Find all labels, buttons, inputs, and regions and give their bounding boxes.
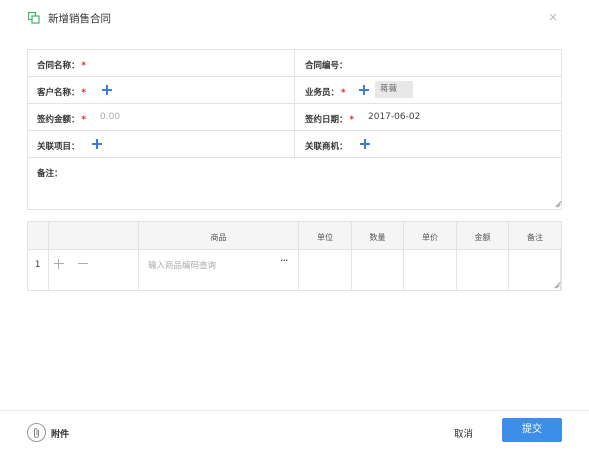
amount-input[interactable]: 0.00 (100, 112, 120, 122)
required-mark: * (81, 88, 86, 98)
remark-cell[interactable] (509, 250, 561, 290)
resize-grip-icon[interactable] (553, 201, 559, 207)
table-row: 1 输入商品编码查询 ··· (28, 250, 561, 290)
amount-label: 签约金额： * (37, 115, 86, 125)
amount-cell[interactable] (457, 250, 509, 290)
add-salesman-plus-icon[interactable] (357, 83, 371, 97)
contract-no-field[interactable]: 合同编号： (295, 50, 561, 76)
qty-cell[interactable] (352, 250, 404, 290)
cancel-button[interactable]: 取消 (454, 426, 473, 440)
add-row-plus-icon[interactable] (53, 258, 65, 270)
submit-button[interactable]: 提交 (502, 418, 562, 442)
required-mark: * (81, 61, 86, 71)
paperclip-icon[interactable] (27, 423, 46, 442)
salesman-tag[interactable]: 蒋薇 (375, 81, 413, 98)
header-cell-amount: 金额 (457, 222, 509, 249)
opportunity-label: 关联商机： (305, 142, 348, 152)
row-num-cell (28, 250, 49, 290)
date-label: 签约日期： * (305, 115, 354, 125)
price-cell[interactable] (404, 250, 457, 290)
add-project-plus-icon[interactable] (90, 137, 104, 151)
close-icon[interactable]: × (548, 10, 558, 24)
more-icon[interactable]: ··· (280, 254, 288, 267)
header-cell-product: 商品 (139, 222, 299, 249)
form-row-3: 签约金额： * 0.00 签约日期： * 2017-06-02 (28, 104, 561, 131)
contract-form: 合同名称： * 合同编号： 客户名称： * 业务员： * 蒋薇 签约金额： * 0.00… (27, 49, 562, 210)
required-mark: * (349, 115, 354, 125)
add-customer-plus-icon[interactable] (100, 83, 114, 97)
contract-name-field[interactable]: 合同名称： * (28, 50, 295, 76)
project-label: 关联项目： (37, 142, 80, 152)
row-number: 1 (35, 260, 41, 270)
dialog-title: 新增销售合同 (48, 13, 111, 25)
header-cell-price: 单价 (404, 222, 457, 249)
remark-label: 备注： (37, 169, 63, 179)
form-row-2: 客户名称： * 业务员： * 蒋薇 (28, 77, 561, 104)
customer-label: 客户名称： * (37, 88, 86, 98)
project-field: 关联项目： (28, 131, 295, 157)
header-cell-blank (28, 222, 49, 249)
dialog-header: 新增销售合同 × (0, 0, 589, 36)
customer-field: 客户名称： * (28, 77, 295, 103)
product-search-input[interactable]: 输入商品编码查询 (148, 259, 216, 271)
date-field[interactable]: 签约日期： * 2017-06-02 (295, 104, 561, 130)
footer-divider (0, 410, 589, 411)
required-mark: * (81, 115, 86, 125)
remove-row-minus-icon[interactable] (77, 258, 89, 270)
header-cell-qty: 数量 (352, 222, 404, 249)
copy-icon (27, 11, 40, 24)
row-actions-cell (49, 250, 139, 290)
items-table: 商品 单位 数量 单价 金额 备注 1 输入商品编码查询 ··· (27, 221, 562, 291)
salesman-label: 业务员： * (305, 88, 346, 98)
add-opportunity-plus-icon[interactable] (358, 137, 372, 151)
header-cell-actions (49, 222, 139, 249)
header-cell-remark: 备注 (527, 233, 543, 242)
date-input[interactable]: 2017-06-02 (368, 112, 420, 122)
opportunity-field: 关联商机： (295, 131, 561, 157)
header-cell-unit: 单位 (299, 222, 352, 249)
unit-cell[interactable] (299, 250, 352, 290)
form-row-1: 合同名称： * 合同编号： (28, 50, 561, 77)
amount-field[interactable]: 签约金额： * 0.00 (28, 104, 295, 130)
salesman-field: 业务员： * 蒋薇 (295, 77, 561, 103)
form-row-4: 关联项目： 关联商机： (28, 131, 561, 158)
contract-name-label: 合同名称： * (37, 61, 86, 71)
contract-no-label: 合同编号： (305, 61, 348, 71)
resize-grip-icon[interactable] (552, 282, 558, 288)
items-table-header: 商品 单位 数量 单价 金额 备注 (28, 222, 561, 250)
remark-textarea[interactable]: 备注： (28, 158, 561, 209)
attach-label[interactable]: 附件 (51, 427, 69, 440)
required-mark: * (341, 88, 346, 98)
